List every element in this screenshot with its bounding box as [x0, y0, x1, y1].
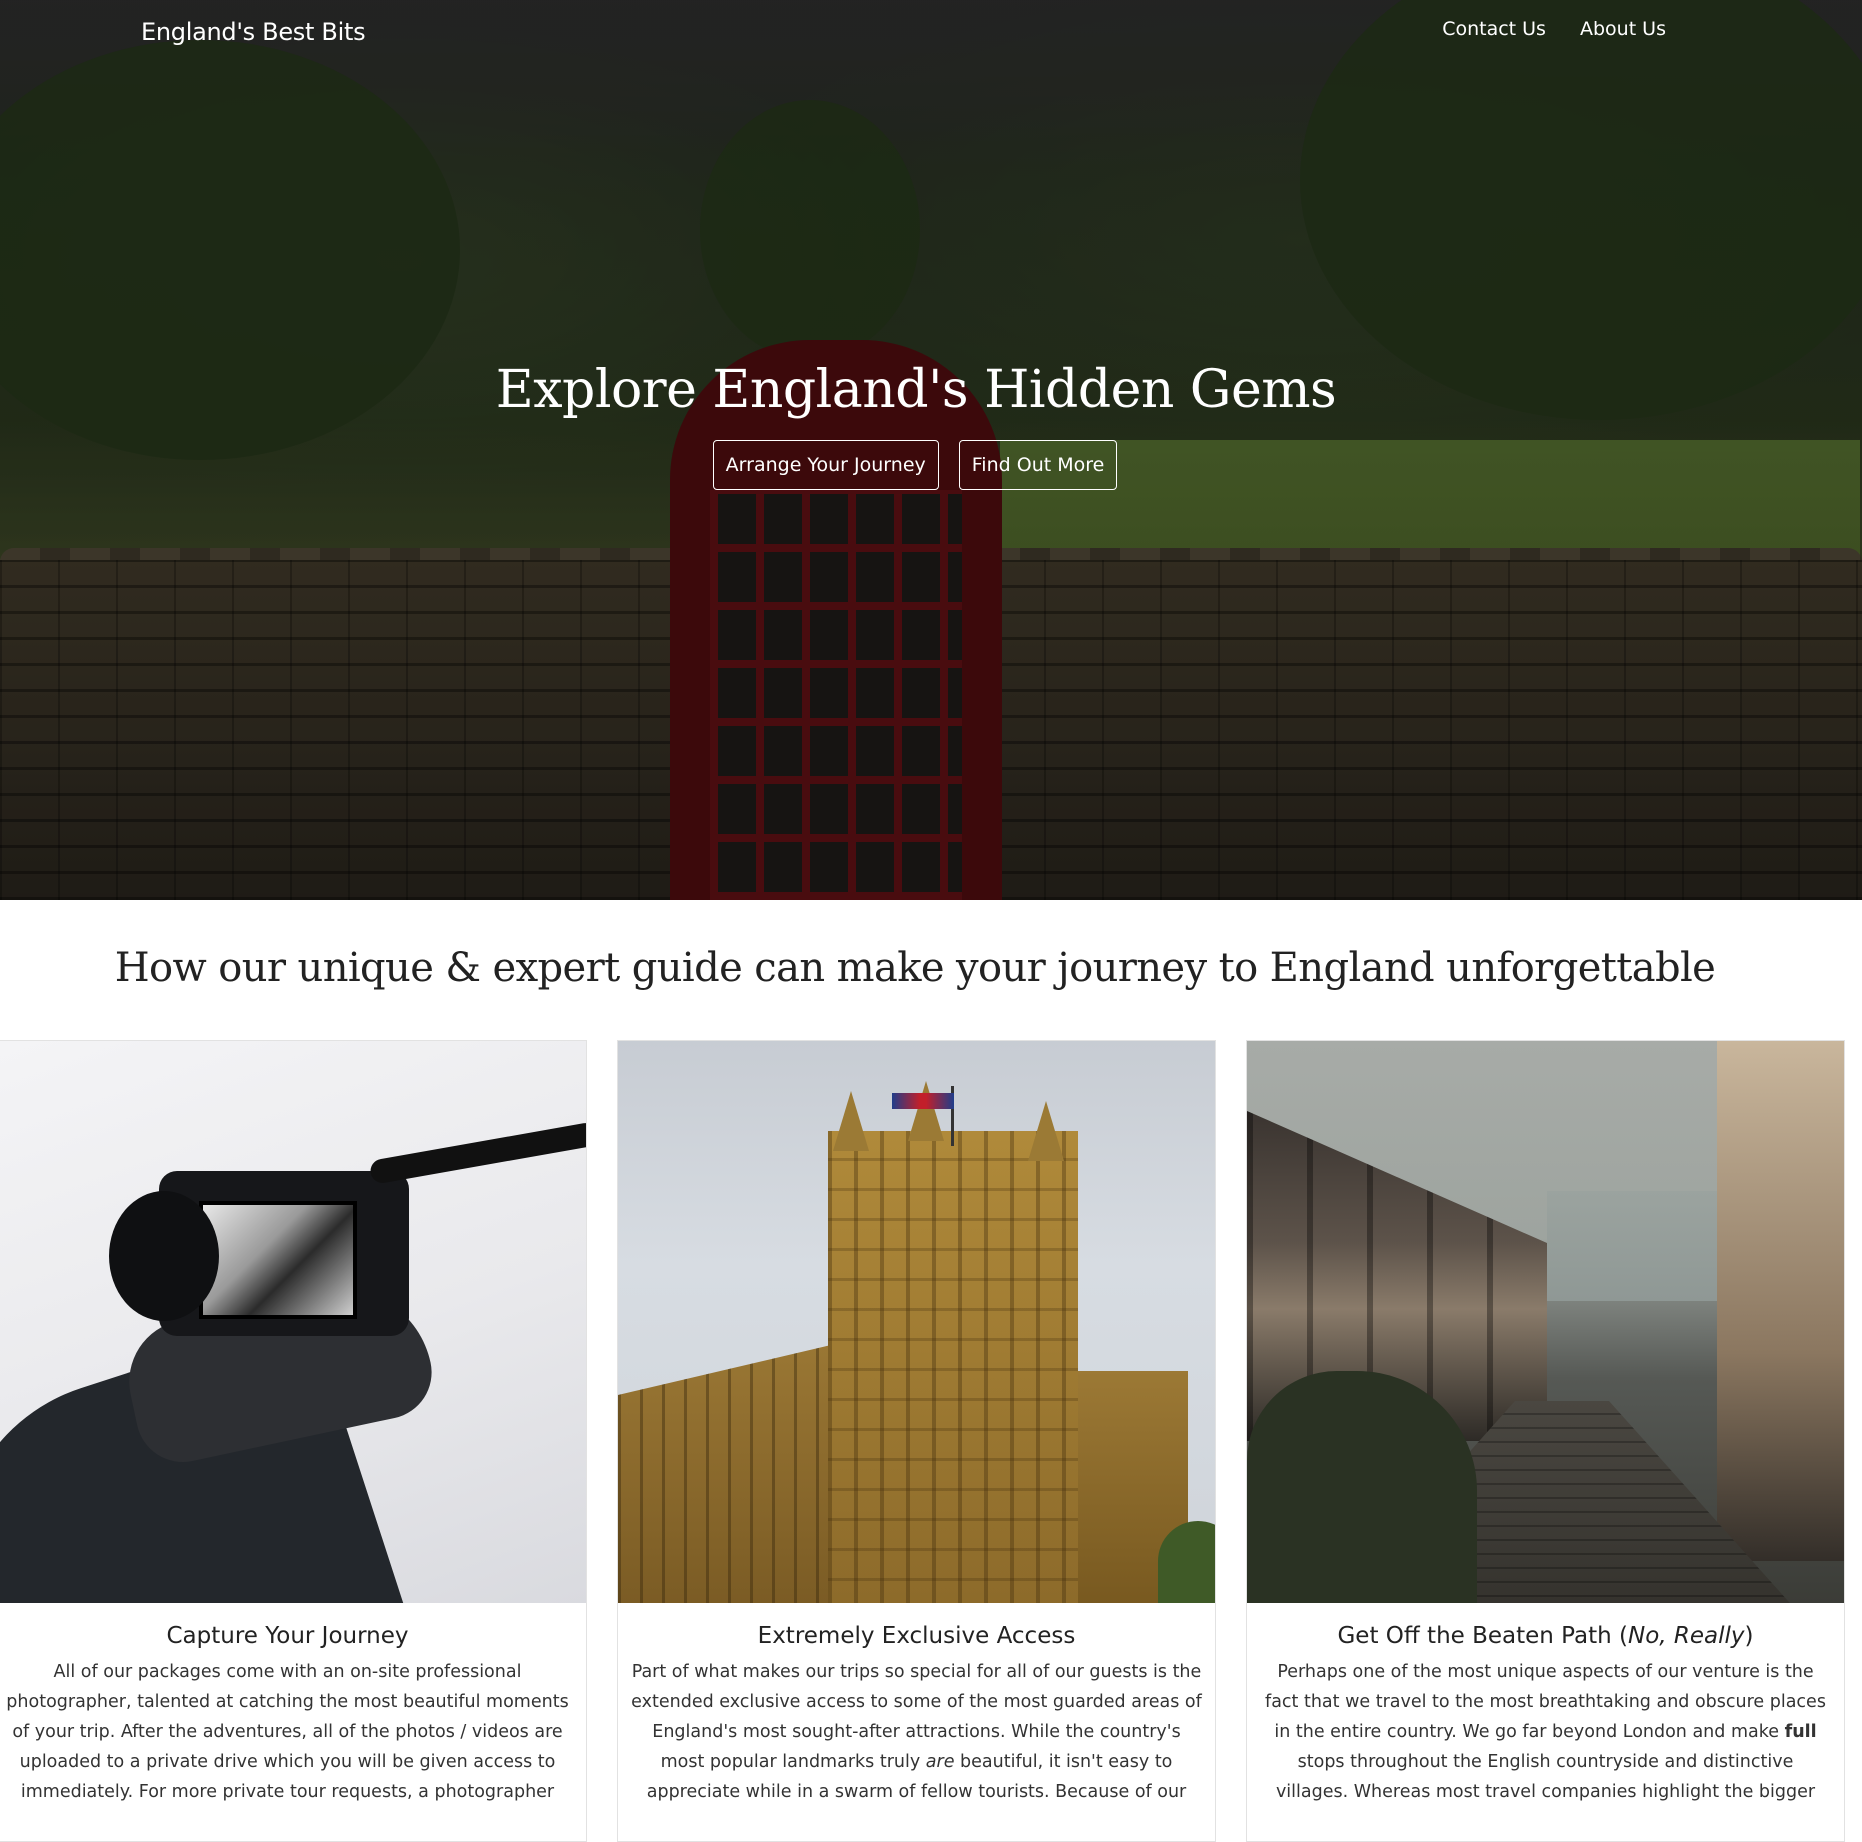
feature-cards: Capture Your Journey All of our packages… — [0, 1040, 1862, 1842]
tower-photo — [618, 1041, 1215, 1603]
brand-logo-link[interactable]: England's Best Bits — [141, 18, 366, 46]
nav-about-us[interactable]: About Us — [1580, 18, 1666, 40]
hero-button-group: Arrange Your Journey Find Out More — [0, 440, 1830, 490]
feature-card-capture: Capture Your Journey All of our packages… — [0, 1040, 587, 1842]
find-out-more-button[interactable]: Find Out More — [958, 440, 1118, 490]
card-title: Extremely Exclusive Access — [757, 1623, 1076, 1649]
camera-photo-mic — [368, 1121, 586, 1185]
card-text-part: stops throughout the English countryside… — [1275, 1752, 1816, 1802]
tower-photo-tower — [828, 1131, 1078, 1603]
tower-photo-spire — [908, 1081, 944, 1141]
card-title: Get Off the Beaten Path (No, Really) — [1247, 1603, 1844, 1649]
card-title-emphasis: No, Really — [1628, 1623, 1745, 1649]
tower-photo-spire — [833, 1091, 869, 1151]
card-title-part: Get Off the Beaten Path ( — [1337, 1623, 1628, 1649]
camera-photo-lens — [109, 1191, 219, 1321]
card-text-strong: full — [1784, 1722, 1817, 1742]
village-photo-sea — [1547, 1191, 1717, 1301]
card-title: Capture Your Journey — [166, 1623, 409, 1649]
village-photo — [1247, 1041, 1844, 1603]
camera-photo-screen — [199, 1201, 357, 1319]
card-title-part: ) — [1744, 1623, 1754, 1649]
card-text: All of our packages come with an on-site… — [6, 1662, 569, 1802]
card-text-emphasis: are — [925, 1752, 955, 1772]
section-title: How our unique & expert guide can make y… — [114, 945, 1716, 991]
village-photo-houses-right — [1717, 1041, 1844, 1561]
hero-title: Explore England's Hidden Gems — [495, 360, 1337, 420]
card-text: Part of what makes our trips so special … — [630, 1657, 1203, 1807]
union-flag-icon — [892, 1093, 954, 1109]
tower-photo-wing-left — [618, 1341, 848, 1603]
card-text-part: Perhaps one of the most unique aspects o… — [1265, 1662, 1826, 1742]
nav-contact-us[interactable]: Contact Us — [1442, 18, 1546, 40]
arrange-journey-button[interactable]: Arrange Your Journey — [712, 440, 939, 490]
hero-banner: England's Best Bits Contact Us About Us … — [0, 0, 1862, 900]
camera-photo — [0, 1041, 586, 1603]
card-text: Perhaps one of the most unique aspects o… — [1259, 1657, 1832, 1807]
feature-card-access: Extremely Exclusive Access Part of what … — [617, 1040, 1216, 1842]
feature-card-beaten-path: Get Off the Beaten Path (No, Really) Per… — [1246, 1040, 1845, 1842]
top-nav: Contact Us About Us — [1442, 18, 1666, 40]
